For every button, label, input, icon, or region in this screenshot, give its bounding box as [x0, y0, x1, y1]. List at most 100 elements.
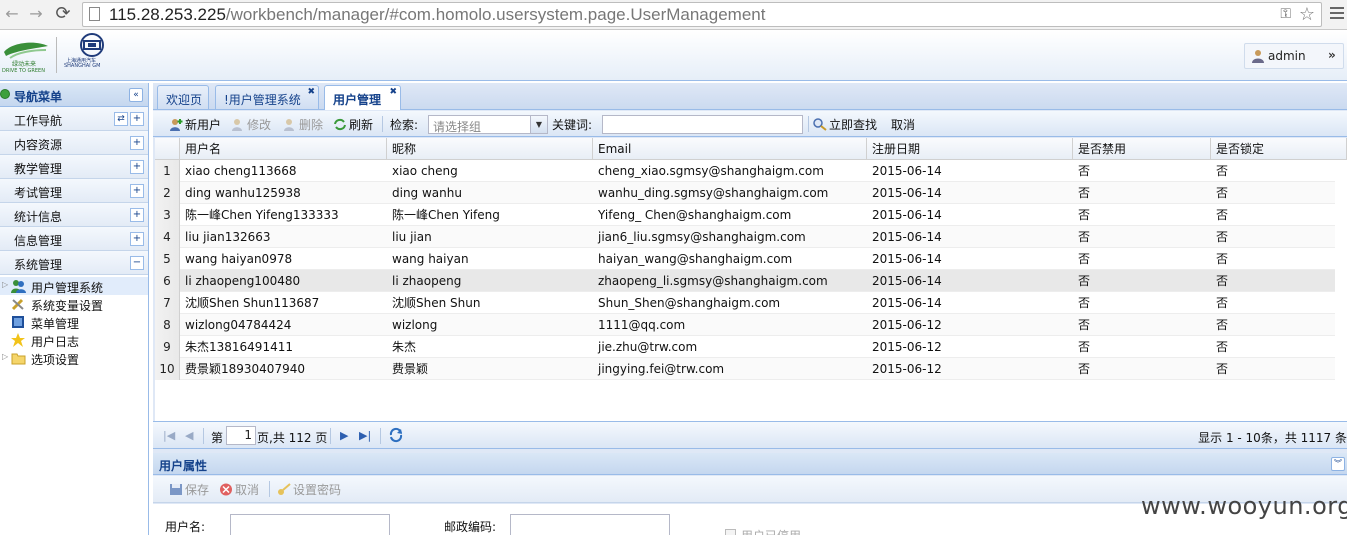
menu-icon — [12, 316, 24, 328]
set-password-button[interactable]: 设置密码 — [277, 481, 341, 498]
table-row[interactable]: 3 陈一峰Chen Yifeng133333 陈一峰Chen Yifeng Yifen… — [155, 204, 1335, 226]
table-row[interactable]: 2 ding wanhu125938 ding wanhu wanhu_ding.sg… — [155, 182, 1335, 204]
column-header-email[interactable]: Email — [593, 138, 867, 160]
nav-section-exam[interactable]: 考试管理 + — [0, 179, 148, 203]
cell-email: 1111@qq.com — [598, 318, 686, 332]
nav-section-teaching[interactable]: 教学管理 + — [0, 155, 148, 179]
prev-page-icon[interactable]: ◀ — [185, 429, 193, 442]
table-row[interactable]: 8 wizlong04784424 wizlong 1111@qq.com 2015-0… — [155, 314, 1335, 336]
save-button[interactable]: 保存 — [169, 481, 209, 498]
user-icon — [1252, 50, 1264, 63]
search-label: 检索: — [390, 118, 419, 132]
tab-user-system[interactable]: !用户管理系统 ✖ — [215, 85, 319, 109]
forward-arrow-icon[interactable]: → — [26, 4, 46, 24]
collapse-nav-icon[interactable]: « — [129, 88, 143, 102]
url-text[interactable]: 115.28.253.225/workbench/manager/#com.ho… — [109, 5, 765, 25]
cell-username: wizlong04784424 — [185, 318, 292, 332]
browser-toolbar: ← → ⟳ 115.28.253.225/workbench/manager/#… — [0, 0, 1347, 30]
tab-close-icon[interactable]: ✖ — [307, 87, 315, 97]
username-field[interactable] — [230, 514, 390, 535]
refresh-button[interactable]: 刷新 — [333, 116, 373, 133]
new-user-button[interactable]: 新用户 — [169, 116, 221, 133]
cancel-search-button[interactable]: 取消 — [891, 116, 915, 133]
column-header-nickname[interactable]: 昵称 — [387, 138, 593, 160]
keyword-label: 关键词: — [552, 118, 593, 132]
expand-icon[interactable]: + — [130, 112, 144, 126]
cell-disabled: 否 — [1078, 318, 1091, 332]
edit-user-button[interactable]: 修改 — [231, 116, 271, 133]
disabled-checkbox[interactable] — [725, 529, 736, 535]
refresh-icon[interactable] — [388, 427, 404, 443]
nav-section-info[interactable]: 信息管理 + — [0, 227, 148, 251]
tree-item-label: 菜单管理 — [31, 317, 80, 331]
row-number: 8 — [155, 314, 180, 336]
tree-item-system-vars[interactable]: 系统变量设置 — [0, 295, 148, 313]
key-icon[interactable]: ⚿ — [1280, 6, 1291, 22]
refresh-section-icon[interactable]: ⇄ — [114, 112, 128, 126]
nav-section-system[interactable]: 系统管理 − — [0, 251, 148, 275]
address-bar[interactable]: 115.28.253.225/workbench/manager/#com.ho… — [82, 2, 1322, 27]
table-row[interactable]: 10 费景颖18930407940 费景颖 jingying.fei@trw.com 2… — [155, 358, 1335, 380]
nav-section-label: 信息管理 — [14, 234, 63, 248]
postcode-field[interactable] — [510, 514, 670, 535]
search-now-button[interactable]: 立即查找 — [813, 116, 877, 133]
delete-user-button[interactable]: 删除 — [283, 116, 323, 133]
collapse-props-icon[interactable]: ︾ — [1331, 457, 1345, 471]
cell-email: Yifeng_ Chen@shanghaigm.com — [598, 208, 792, 222]
new-user-label: 新用户 — [185, 118, 222, 132]
nav-section-label: 内容资源 — [14, 138, 63, 152]
page-prefix: 第 — [211, 431, 224, 445]
tab-welcome[interactable]: 欢迎页 — [157, 85, 209, 109]
table-row[interactable]: 4 liu jian132663 liu jian jian6_liu.sgmsy@s… — [155, 226, 1335, 248]
tree-item-user-log[interactable]: 用户日志 — [0, 331, 148, 349]
table-row[interactable]: 9 朱杰13816491411 朱杰 jie.zhu@trw.com 2015-06-1… — [155, 336, 1335, 358]
expand-icon[interactable]: + — [130, 208, 144, 222]
nav-section-work[interactable]: 工作导航 ⇄ + — [0, 107, 148, 131]
cell-register-date: 2015-06-12 — [872, 362, 942, 376]
bookmark-star-icon[interactable]: ☆ — [1299, 4, 1315, 25]
expand-icon[interactable]: + — [130, 160, 144, 174]
keyword-input[interactable] — [602, 115, 803, 134]
page-number-input[interactable]: 1 — [226, 426, 256, 445]
key-icon — [278, 483, 291, 495]
user-menu-button[interactable]: admin » — [1244, 43, 1344, 69]
edit-label: 修改 — [247, 118, 272, 132]
first-page-icon[interactable]: |◀ — [163, 429, 175, 442]
collapse-icon[interactable]: − — [130, 256, 144, 270]
nav-section-stats[interactable]: 统计信息 + — [0, 203, 148, 227]
back-arrow-icon[interactable]: ← — [2, 4, 22, 24]
nav-section-content[interactable]: 内容资源 + — [0, 131, 148, 155]
tree-item-menu-mgmt[interactable]: 菜单管理 — [0, 313, 148, 331]
last-page-icon[interactable]: ▶| — [359, 429, 371, 442]
chevron-down-icon[interactable]: ▼ — [530, 116, 547, 133]
next-page-icon[interactable]: ▶ — [340, 429, 348, 442]
cell-locked: 否 — [1216, 252, 1229, 266]
cell-disabled: 否 — [1078, 186, 1091, 200]
reload-icon[interactable]: ⟳ — [53, 4, 73, 24]
expand-icon[interactable]: + — [130, 136, 144, 150]
tree-item-options[interactable]: ▷ 选项设置 — [0, 349, 148, 367]
cancel-button[interactable]: 取消 — [219, 481, 259, 498]
cell-register-date: 2015-06-14 — [872, 274, 942, 288]
browser-menu-icon[interactable] — [1330, 7, 1344, 19]
column-header-username[interactable]: 用户名 — [180, 138, 387, 160]
tree-expand-arrow-icon[interactable]: ▷ — [2, 352, 8, 361]
nav-section-label: 教学管理 — [14, 162, 63, 176]
table-row[interactable]: 5 wang haiyan0978 wang haiyan haiyan_wang@s… — [155, 248, 1335, 270]
expand-icon[interactable]: + — [130, 232, 144, 246]
logo2-caption: SHANGHAI GM — [64, 63, 101, 69]
tree-expand-arrow-icon[interactable]: ▷ — [2, 280, 8, 289]
expand-icon[interactable]: + — [130, 184, 144, 198]
search-now-label: 立即查找 — [829, 118, 878, 132]
group-select[interactable]: 请选择组 ▼ — [428, 115, 548, 134]
nav-section-label: 工作导航 — [14, 114, 63, 128]
column-header-locked[interactable]: 是否锁定 — [1211, 138, 1347, 160]
column-header-register-date[interactable]: 注册日期 — [867, 138, 1073, 160]
tab-close-icon[interactable]: ✖ — [389, 87, 397, 97]
tab-user-management[interactable]: 用户管理 ✖ — [324, 85, 401, 110]
table-row[interactable]: 6 li zhaopeng100480 li zhaopeng zhaopeng_li… — [155, 270, 1335, 292]
table-row[interactable]: 1 xiao cheng113668 xiao cheng cheng_xiao.sg… — [155, 160, 1335, 182]
table-row[interactable]: 7 沈顺Shen Shun113687 沈顺Shen Shun Shun_Shen@s… — [155, 292, 1335, 314]
column-header-disabled[interactable]: 是否禁用 — [1073, 138, 1211, 160]
tree-item-user-system[interactable]: ▷ 用户管理系统 — [0, 277, 148, 295]
